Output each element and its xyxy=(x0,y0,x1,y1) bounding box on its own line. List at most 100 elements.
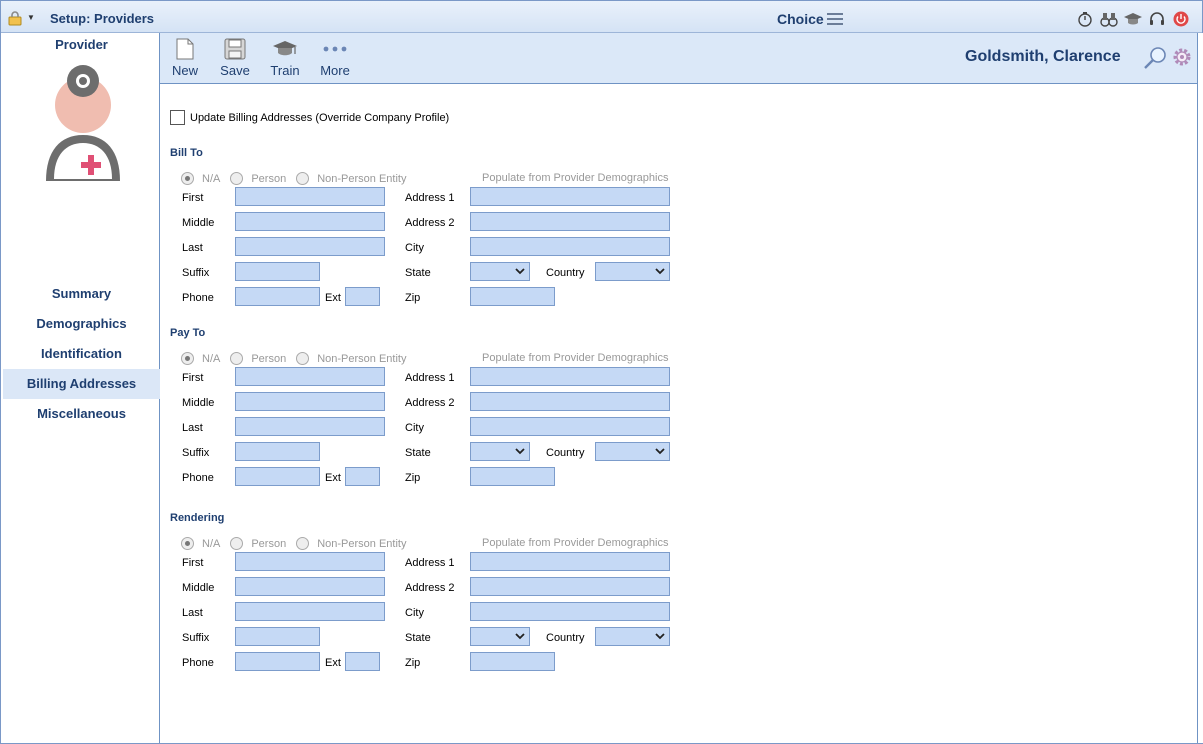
address1-input[interactable] xyxy=(470,552,670,571)
binoculars-icon[interactable] xyxy=(1100,10,1118,28)
entity-type-radios: N/A Person Non-Person Entity xyxy=(181,352,406,365)
last-name-input[interactable] xyxy=(235,602,385,621)
phone-label: Phone xyxy=(182,657,214,669)
save-button[interactable]: Save xyxy=(212,37,258,81)
state-select[interactable] xyxy=(470,262,530,281)
headset-icon[interactable] xyxy=(1148,10,1166,28)
last-name-input[interactable] xyxy=(235,237,385,256)
chevron-down-icon[interactable]: ▼ xyxy=(27,13,35,22)
country-select[interactable] xyxy=(595,627,670,646)
middle-name-input[interactable] xyxy=(235,212,385,231)
city-input[interactable] xyxy=(470,237,670,256)
search-icon[interactable] xyxy=(1143,46,1167,70)
radio-non-person-entity[interactable] xyxy=(296,537,310,550)
patient-name: Goldsmith, Clarence xyxy=(965,48,1121,65)
zip-input[interactable] xyxy=(470,467,555,486)
titlebar-icons xyxy=(1076,10,1190,28)
ext-input[interactable] xyxy=(345,287,380,306)
section-title-rendering: Rendering xyxy=(170,512,225,524)
radio-na-label: N/A xyxy=(202,352,221,365)
ext-input[interactable] xyxy=(345,467,380,486)
power-icon[interactable] xyxy=(1172,10,1190,28)
chevron-down-icon xyxy=(515,268,525,275)
train-button[interactable]: Train xyxy=(262,37,308,81)
first-name-input[interactable] xyxy=(235,187,385,206)
chevron-down-icon xyxy=(655,268,665,275)
sidebar-item-billing-addresses[interactable]: Billing Addresses xyxy=(3,369,160,399)
radio-non-person-entity[interactable] xyxy=(296,352,310,365)
address1-label: Address 1 xyxy=(405,192,455,204)
sidebar-item-summary[interactable]: Summary xyxy=(3,279,160,309)
suffix-input[interactable] xyxy=(235,627,320,646)
radio-person[interactable] xyxy=(230,352,244,365)
section-title-pay-to: Pay To xyxy=(170,327,206,339)
new-document-icon xyxy=(162,37,208,61)
radio-person[interactable] xyxy=(230,537,244,550)
radio-non-person-label: Non-Person Entity xyxy=(317,172,407,185)
zip-input[interactable] xyxy=(470,652,555,671)
populate-from-demographics-link[interactable]: Populate from Provider Demographics xyxy=(482,352,668,364)
zip-label: Zip xyxy=(405,292,421,304)
country-select[interactable] xyxy=(595,442,670,461)
middle-name-input[interactable] xyxy=(235,577,385,596)
phone-input[interactable] xyxy=(235,287,320,306)
address1-label: Address 1 xyxy=(405,372,455,384)
radio-na[interactable] xyxy=(181,537,194,550)
address1-input[interactable] xyxy=(470,367,670,386)
sidebar-item-identification[interactable]: Identification xyxy=(3,339,160,369)
radio-person-label: Person xyxy=(251,172,287,185)
ext-label: Ext xyxy=(325,657,341,669)
entity-type-radios: N/A Person Non-Person Entity xyxy=(181,172,406,185)
state-select[interactable] xyxy=(470,627,530,646)
list-icon[interactable] xyxy=(827,13,843,25)
first-name-input[interactable] xyxy=(235,367,385,386)
radio-na-label: N/A xyxy=(202,172,221,185)
graduation-cap-icon[interactable] xyxy=(1124,10,1142,28)
radio-na[interactable] xyxy=(181,352,194,365)
suffix-label: Suffix xyxy=(182,447,210,459)
first-label: First xyxy=(182,192,204,204)
suffix-input[interactable] xyxy=(235,442,320,461)
populate-from-demographics-link[interactable]: Populate from Provider Demographics xyxy=(482,172,668,184)
city-label: City xyxy=(405,242,424,254)
address1-label: Address 1 xyxy=(405,557,455,569)
sidebar-item-miscellaneous[interactable]: Miscellaneous xyxy=(3,399,160,429)
phone-input[interactable] xyxy=(235,467,320,486)
phone-input[interactable] xyxy=(235,652,320,671)
city-label: City xyxy=(405,607,424,619)
override-label: Update Billing Addresses (Override Compa… xyxy=(190,111,450,124)
city-input[interactable] xyxy=(470,417,670,436)
country-select[interactable] xyxy=(595,262,670,281)
more-button[interactable]: More xyxy=(312,37,358,81)
address2-input[interactable] xyxy=(470,577,670,596)
more-dots-icon xyxy=(312,37,358,61)
more-button-label: More xyxy=(320,63,350,78)
override-checkbox[interactable] xyxy=(170,110,185,125)
radio-non-person-entity[interactable] xyxy=(296,172,310,185)
city-input[interactable] xyxy=(470,602,670,621)
middle-label: Middle xyxy=(182,582,215,594)
ext-input[interactable] xyxy=(345,652,380,671)
radio-person[interactable] xyxy=(230,172,244,185)
address2-input[interactable] xyxy=(470,392,670,411)
provider-avatar-icon xyxy=(46,65,120,181)
last-name-input[interactable] xyxy=(235,417,385,436)
new-button[interactable]: New xyxy=(162,37,208,81)
middle-name-input[interactable] xyxy=(235,392,385,411)
app-window: ▼ Setup: Providers Choice Provider Summa… xyxy=(0,0,1203,744)
lock-icon[interactable] xyxy=(7,10,23,26)
address1-input[interactable] xyxy=(470,187,670,206)
populate-from-demographics-link[interactable]: Populate from Provider Demographics xyxy=(482,537,668,549)
gear-icon[interactable] xyxy=(1171,46,1193,68)
sidebar-item-demographics[interactable]: Demographics xyxy=(3,309,160,339)
zip-input[interactable] xyxy=(470,287,555,306)
override-row: Update Billing Addresses (Override Compa… xyxy=(170,110,449,125)
address2-input[interactable] xyxy=(470,212,670,231)
radio-na[interactable] xyxy=(181,172,194,185)
stopwatch-icon[interactable] xyxy=(1076,10,1094,28)
state-select[interactable] xyxy=(470,442,530,461)
address2-label: Address 2 xyxy=(405,582,455,594)
window-title: Setup: Providers xyxy=(50,11,155,26)
suffix-input[interactable] xyxy=(235,262,320,281)
first-name-input[interactable] xyxy=(235,552,385,571)
